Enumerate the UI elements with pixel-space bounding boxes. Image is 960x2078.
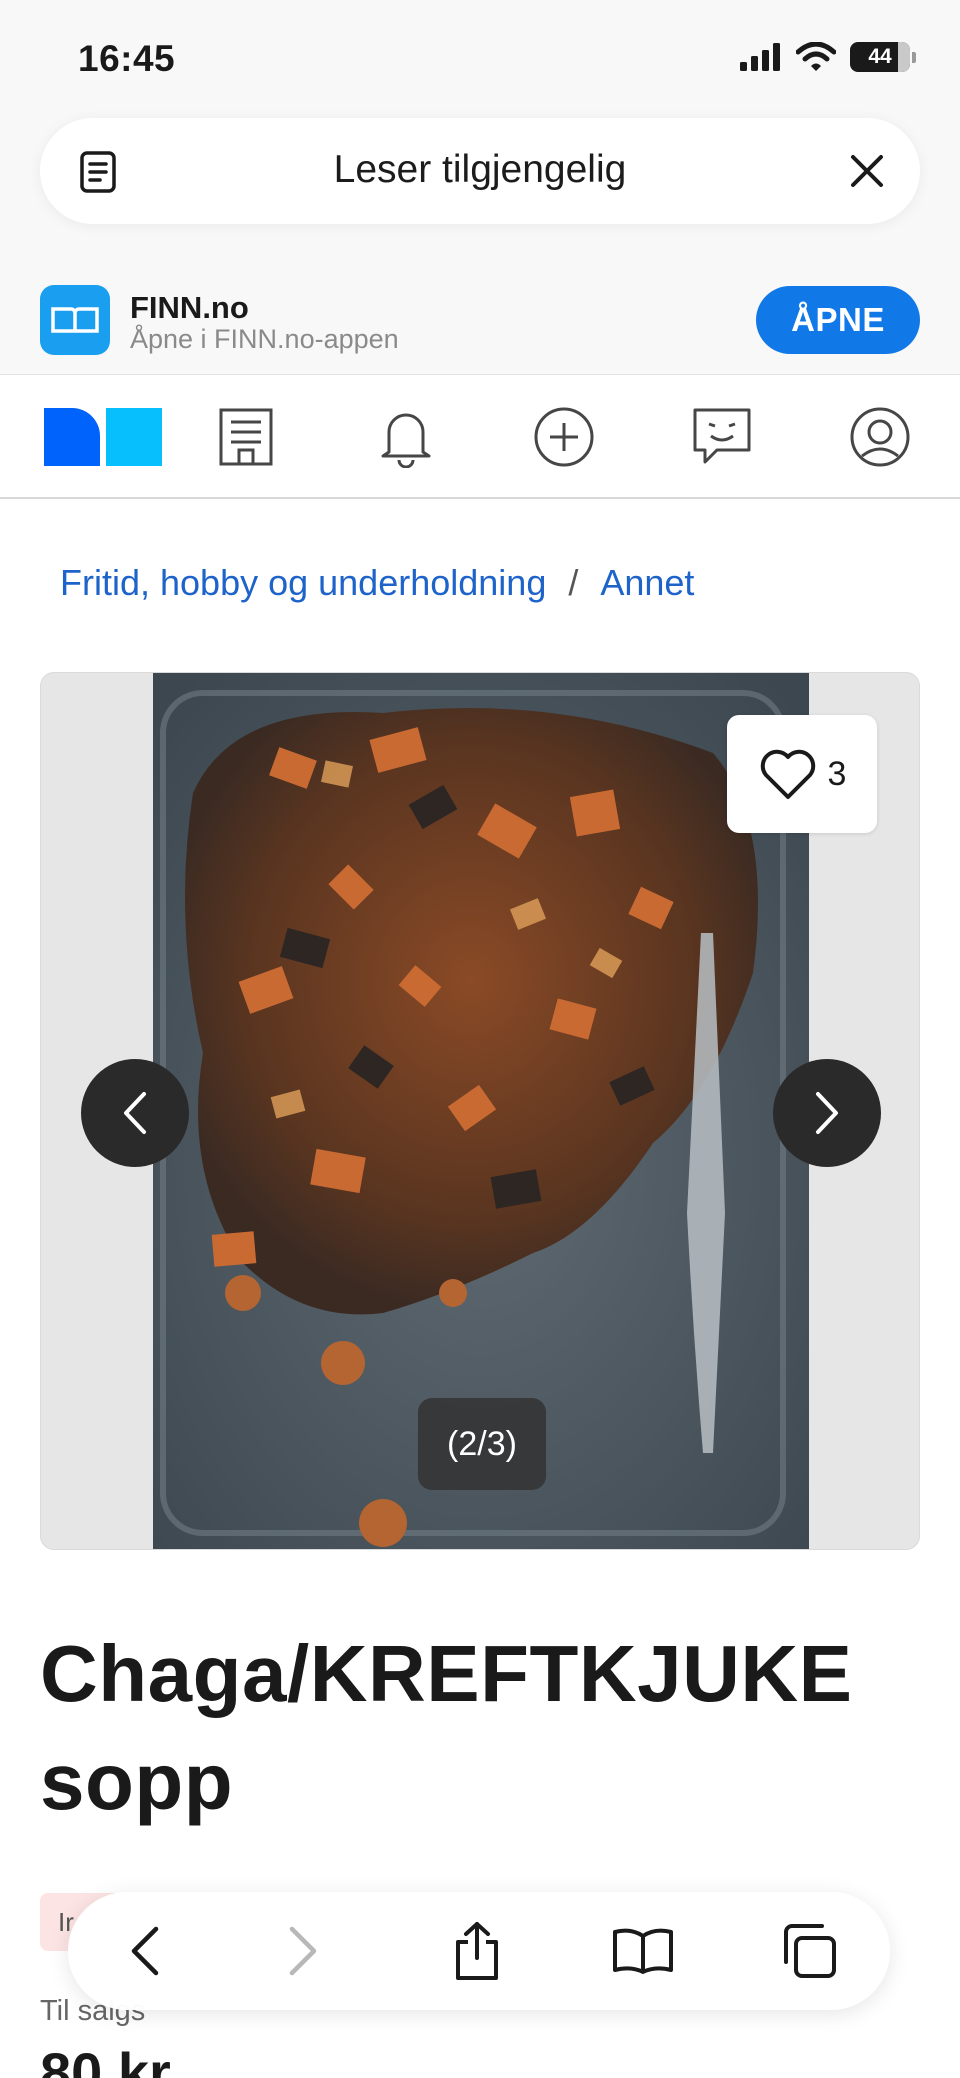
back-icon[interactable] [110,1916,180,1986]
chevron-left-icon [124,1092,146,1134]
chevron-right-icon [816,1092,838,1134]
price: 80 kr [40,2041,171,2078]
breadcrumb: Fritid, hobby og underholdning / Annet [60,562,694,604]
status-time: 16:45 [78,38,176,79]
status-icons: 44 [740,42,916,72]
battery-icon: 44 [850,42,916,72]
next-image-button[interactable] [773,1059,881,1167]
breadcrumb-link-subcategory[interactable]: Annet [600,562,694,604]
favorite-count: 3 [827,754,847,793]
app-banner: FINN.no Åpne i FINN.no-appen ÅPNE [0,270,960,375]
browser-toolbar [68,1892,890,2010]
tabs-icon[interactable] [774,1916,844,1986]
finn-app-icon [40,285,110,355]
bell-icon[interactable] [370,401,442,473]
previous-image-button[interactable] [81,1059,189,1167]
bookmarks-icon[interactable] [608,1916,678,1986]
building-icon[interactable] [210,401,282,473]
share-icon[interactable] [442,1916,512,1986]
status-bar: 16:45 44 [0,0,960,120]
reader-banner-text: Leser tilgjengelig [333,148,627,191]
chat-icon[interactable] [686,401,758,473]
favorite-button[interactable]: 3 [727,715,877,833]
app-subtitle: Åpne i FINN.no-appen [130,324,399,354]
site-nav [0,375,960,499]
battery-level: 44 [868,45,892,68]
profile-icon[interactable] [844,401,916,473]
finn-logo[interactable] [44,401,162,473]
plus-circle-icon[interactable] [528,401,600,473]
image-counter: (2/3) [418,1398,546,1490]
forward-icon[interactable] [268,1916,338,1986]
close-icon[interactable] [840,144,894,198]
breadcrumb-link-category[interactable]: Fritid, hobby og underholdning [60,562,546,604]
reader-banner[interactable]: Leser tilgjengelig [40,118,920,224]
image-gallery[interactable]: 3 (2/3) [40,672,920,1550]
wifi-icon [796,42,836,71]
open-app-button[interactable]: ÅPNE [756,286,920,354]
signal-icon [740,43,780,71]
breadcrumb-separator: / [568,562,579,603]
ad-title: Chaga/KREFTKJUKE sopp [40,1629,853,1826]
heart-icon [760,749,815,799]
app-name: FINN.no [130,290,249,325]
